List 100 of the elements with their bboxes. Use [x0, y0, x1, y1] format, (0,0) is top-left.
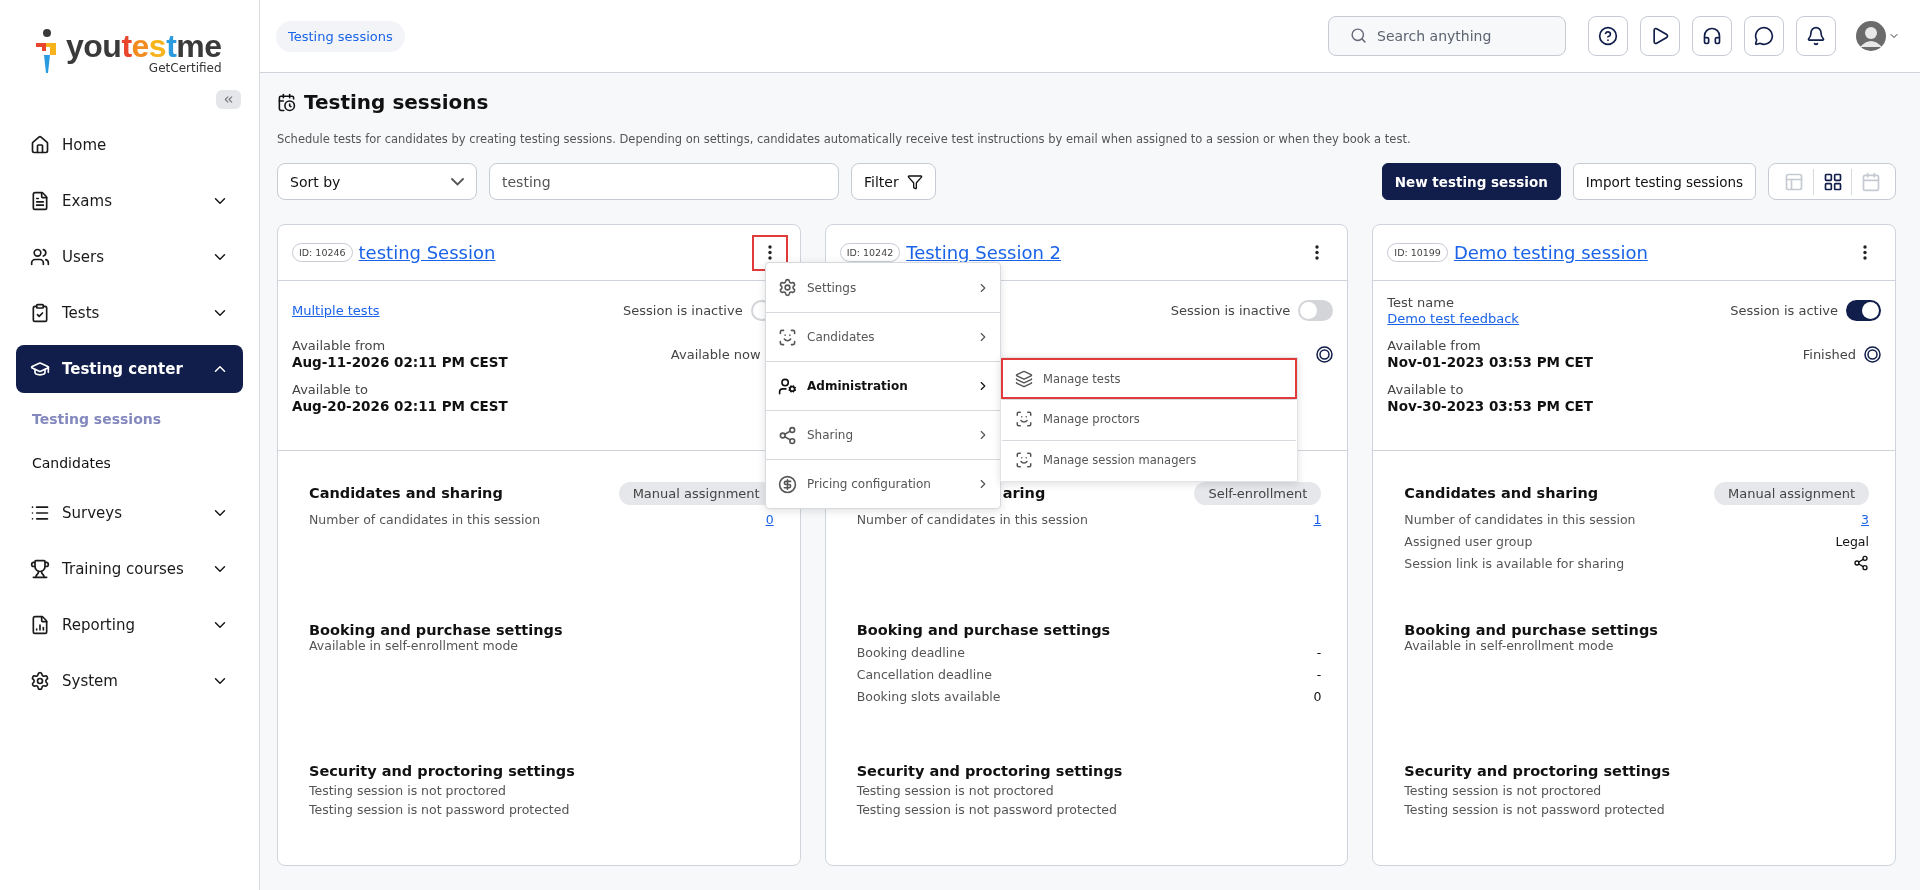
row-value: -: [1316, 644, 1322, 660]
field-value: Aug-20-2026 02:11 PM CEST: [292, 398, 508, 414]
clipboard-icon: [30, 303, 50, 323]
support-button[interactable]: [1692, 16, 1732, 56]
candidate-count-link[interactable]: 0: [765, 511, 774, 527]
page-title: Testing sessions: [304, 90, 489, 114]
help-icon: [1598, 26, 1618, 46]
search-field[interactable]: Search anything: [1328, 16, 1566, 56]
section-note: Available in self-enrollment mode: [1404, 638, 1615, 653]
headphones-icon: [1702, 26, 1722, 46]
new-session-button[interactable]: New testing session: [1381, 163, 1561, 200]
assignment-mode-tag: Self-enrollment: [1194, 481, 1322, 505]
nav-item[interactable]: Surveys: [16, 489, 243, 537]
session-toggle[interactable]: [1846, 299, 1881, 321]
filter-button[interactable]: Filter: [851, 163, 936, 200]
double-chevron-left-icon: [222, 93, 235, 106]
chevron-down-icon: [451, 177, 464, 186]
field-label: Available from: [292, 338, 387, 353]
grid-view-icon: [1822, 171, 1843, 192]
row-value: -: [1316, 666, 1322, 682]
row-value: 0: [1313, 688, 1322, 704]
chat-button[interactable]: [1744, 16, 1784, 56]
field-label: Available from: [1387, 338, 1482, 353]
section-heading: aring: [1001, 485, 1046, 501]
play-button[interactable]: [1640, 16, 1680, 56]
graduation-cap-icon: [30, 359, 50, 379]
assignment-mode-tag: Manual assignment: [1714, 481, 1869, 505]
section-heading: Security and proctoring settings: [856, 763, 1124, 779]
nav-item[interactable]: Exams: [16, 177, 243, 225]
settings-icon: [778, 278, 797, 297]
field-label: Test name: [1387, 294, 1455, 310]
section-heading: Candidates and sharing: [309, 485, 503, 501]
chat-icon: [1754, 26, 1774, 46]
logo-wordmark: youtestme: [66, 29, 222, 62]
list-icon: [30, 503, 50, 523]
row-label: Cancellation deadline: [856, 666, 992, 682]
nav-item[interactable]: Testing center: [16, 345, 243, 393]
nav-item[interactable]: Reporting: [16, 601, 243, 649]
candidate-count-link[interactable]: 3: [1861, 511, 1869, 527]
dollar-icon: [778, 474, 797, 494]
page-description: Schedule tests for candidates by creating testing sessions. Depending on settings, candidates automatically receive test instructions by email when assigned to a session or when they book a test.: [277, 132, 1412, 146]
user-gear-icon: [778, 376, 797, 396]
row-label: Number of candidates in this session: [309, 511, 541, 527]
session-status-label: Session is inactive: [1170, 302, 1291, 318]
face-scan-icon: [778, 327, 797, 347]
play-icon: [1650, 26, 1670, 46]
layers-icon: [1015, 369, 1033, 388]
session-title-link[interactable]: testing Session: [358, 242, 496, 263]
share-icon: [1853, 555, 1869, 571]
submenu-item[interactable]: Manage tests: [1001, 358, 1297, 399]
nav-item[interactable]: Training courses: [16, 545, 243, 593]
filter-search-field[interactable]: testing: [489, 163, 839, 200]
search-icon: [1350, 27, 1367, 44]
sort-dropdown[interactable]: Sort by: [277, 163, 477, 200]
nav-subitem[interactable]: Candidates: [16, 445, 243, 481]
bell-icon: [1806, 26, 1826, 46]
row-label: Session link is available for sharing: [1404, 555, 1625, 571]
notifications-button[interactable]: [1796, 16, 1836, 56]
more-vertical-icon: [1315, 245, 1320, 260]
row-value: Legal: [1835, 533, 1869, 549]
logo-tagline: GetCertified: [148, 60, 222, 75]
section-note: Testing session is not proctored: [1404, 783, 1603, 798]
nav-item[interactable]: Users: [16, 233, 243, 281]
session-status-label: Session is inactive: [623, 302, 743, 318]
session-title-link[interactable]: Demo testing session: [1453, 242, 1648, 263]
funnel-icon: [906, 173, 923, 190]
status-ring-icon: [1316, 345, 1334, 363]
session-toggle[interactable]: [1298, 299, 1334, 321]
row-label: Number of candidates in this session: [856, 511, 1088, 527]
test-link[interactable]: Demo test feedback: [1387, 310, 1519, 326]
face-scan-icon: [1015, 410, 1033, 428]
submenu-item[interactable]: Manage proctors: [1001, 399, 1297, 440]
field-value: Nov-30-2023 03:53 PM CET: [1387, 398, 1593, 414]
home-icon: [30, 135, 50, 155]
section-heading: Booking and purchase settings: [309, 622, 564, 638]
field-value: Aug-11-2026 02:11 PM CEST: [292, 354, 508, 370]
more-vertical-icon: [767, 245, 772, 260]
row-label: Number of candidates in this session: [1404, 511, 1636, 527]
menu-item[interactable]: Pricing configuration: [766, 459, 1000, 508]
section-note: Available in self-enrollment mode: [309, 638, 519, 653]
settings-icon: [30, 671, 50, 691]
section-heading: Security and proctoring settings: [309, 763, 576, 779]
users-icon: [30, 247, 50, 267]
collapse-sidebar-button[interactable]: [216, 90, 241, 109]
nav-item[interactable]: Tests: [16, 289, 243, 337]
row-label: Assigned user group: [1404, 533, 1533, 549]
test-link[interactable]: Multiple tests: [292, 302, 380, 318]
section-heading: Booking and purchase settings: [856, 622, 1112, 638]
menu-item[interactable]: Candidates: [766, 312, 1000, 361]
nav-item[interactable]: Home: [16, 121, 243, 169]
submenu-item[interactable]: Manage session managers: [1001, 440, 1297, 481]
row-label: Booking slots available: [856, 688, 1001, 704]
breadcrumb-link[interactable]: Testing sessions: [276, 20, 405, 52]
nav-item[interactable]: System: [16, 657, 243, 705]
import-button[interactable]: Import testing sessions: [1572, 163, 1756, 200]
menu-item[interactable]: Settings: [766, 263, 1000, 312]
document-icon: [30, 191, 50, 211]
session-title-link[interactable]: Testing Session 2: [906, 242, 1062, 263]
candidate-count-link[interactable]: 1: [1313, 511, 1322, 527]
help-button[interactable]: [1588, 16, 1628, 56]
